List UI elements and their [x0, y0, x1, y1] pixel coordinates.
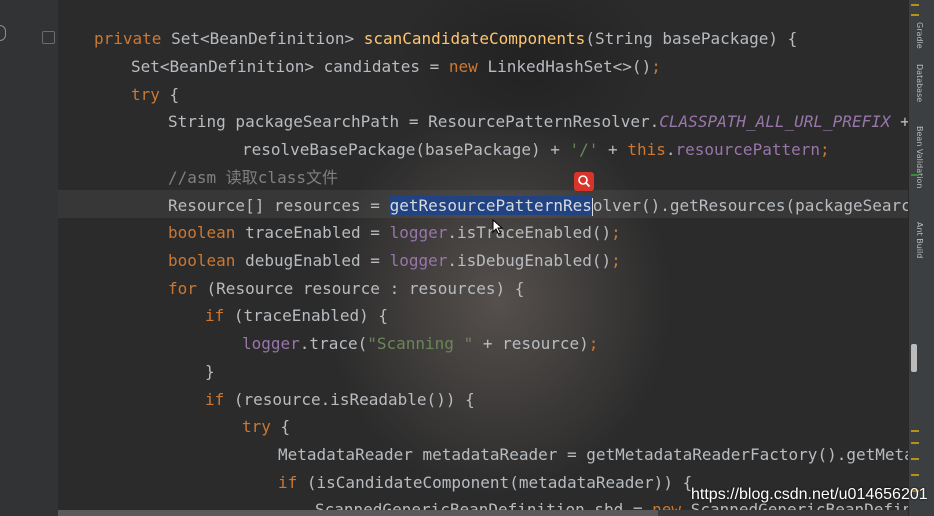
code-text: (resource.isReadable()) {: [224, 390, 475, 409]
search-icon: [578, 175, 591, 188]
code-text: + resource): [473, 334, 589, 353]
code-line-4[interactable]: String packageSearchPath = ResourcePatte…: [168, 108, 908, 136]
search-usages-button[interactable]: [574, 172, 594, 191]
code-text: LinkedHashSet<>(): [487, 57, 652, 76]
keyword: private: [94, 29, 162, 48]
semicolon: ;: [651, 57, 661, 76]
code-line-15[interactable]: try {: [242, 413, 290, 441]
keyword: try: [131, 85, 160, 104]
code-text: MetadataReader metadataReader = getMetad…: [278, 445, 908, 464]
code-line-17[interactable]: if (isCandidateComponent(metadataReader)…: [278, 469, 692, 497]
code-text: traceEnabled =: [235, 223, 390, 242]
code-text: (isCandidateComponent(metadataReader)) {: [297, 473, 693, 492]
code-text: {: [270, 417, 291, 436]
error-stripe-marker[interactable]: [911, 430, 919, 432]
semicolon: ;: [588, 334, 599, 353]
code-line-13[interactable]: }: [205, 358, 215, 386]
semicolon: ;: [611, 251, 621, 270]
code-text: .: [665, 140, 676, 159]
code-text: debugEnabled =: [235, 251, 390, 270]
return-type: Set<BeanDefinition>: [171, 29, 355, 48]
code-text: .trace(: [299, 334, 368, 353]
code-line-7[interactable]: Resource[] resources = getResourcePatter…: [168, 192, 908, 220]
code-line-10[interactable]: for (Resource resource : resources) {: [168, 275, 524, 303]
code-text: String packageSearchPath = ResourcePatte…: [168, 112, 660, 131]
keyword: if: [278, 473, 298, 492]
keyword: boolean: [168, 251, 236, 270]
code-text: olver().getResources(packageSearchPat: [592, 196, 908, 215]
code-text: (Resource resource : resources) {: [196, 279, 525, 298]
constant: CLASSPATH_ALL_URL_PREFIX: [659, 112, 891, 131]
code-text: {: [159, 85, 180, 104]
code-text: .isTraceEnabled(): [447, 223, 612, 242]
error-stripe-marker[interactable]: [911, 174, 919, 176]
mouse-pointer-icon: [492, 219, 504, 235]
keyword: try: [242, 417, 271, 436]
selected-text: getResourcePatternRes: [389, 196, 592, 215]
code-text: +: [598, 140, 628, 159]
keyword: boolean: [168, 223, 236, 242]
code-text: }: [205, 362, 215, 381]
code-text: +: [890, 112, 908, 131]
code-editor[interactable]: private Set<BeanDefinition> scanCandidat…: [58, 0, 908, 516]
keyword: new: [448, 57, 478, 76]
tool-window-tab[interactable]: Bean Validation: [915, 126, 924, 188]
horizontal-scrollbar-thumb[interactable]: [58, 510, 658, 516]
error-stripe-marker[interactable]: [911, 4, 919, 6]
code-line-12[interactable]: logger.trace("Scanning " + resource);: [242, 330, 598, 358]
tool-window-rail: Gradle Database Bean Validation Ant Buil…: [908, 0, 934, 516]
field: logger: [389, 251, 448, 270]
string-literal: '/': [569, 140, 599, 159]
tool-window-tab[interactable]: Ant Build: [915, 222, 924, 258]
code-line-9[interactable]: boolean debugEnabled = logger.isDebugEna…: [168, 247, 621, 275]
semicolon: ;: [611, 223, 621, 242]
field: logger: [389, 223, 448, 242]
method-name: scanCandidateComponents: [363, 29, 586, 48]
code-text: .isDebugEnabled(): [447, 251, 612, 270]
error-stripe-marker[interactable]: [911, 14, 919, 16]
code-line-16[interactable]: MetadataReader metadataReader = getMetad…: [278, 441, 908, 469]
semicolon: ;: [820, 140, 830, 159]
comment: //asm 读取class文件: [168, 168, 338, 187]
keyword: if: [205, 306, 225, 325]
field: logger: [242, 334, 300, 353]
code-line-2[interactable]: Set<BeanDefinition> candidates = new Lin…: [131, 53, 661, 81]
keyword: this: [627, 140, 666, 159]
code-line-8[interactable]: boolean traceEnabled = logger.isTraceEna…: [168, 219, 621, 247]
tool-window-tab[interactable]: Gradle: [915, 22, 924, 49]
tool-window-tab[interactable]: Database: [915, 64, 924, 102]
keyword: if: [205, 390, 225, 409]
error-stripe-marker[interactable]: [911, 474, 919, 476]
vertical-scrollbar-thumb[interactable]: [911, 344, 917, 372]
breakpoint-icon[interactable]: [0, 25, 6, 41]
field: resourcePattern: [675, 140, 821, 159]
editor-gutter: [0, 0, 59, 516]
code-line-11[interactable]: if (traceEnabled) {: [205, 302, 388, 330]
string-literal: "Scanning ": [367, 334, 474, 353]
watermark-url: https://blog.csdn.net/u014656201: [691, 486, 928, 503]
code-line-14[interactable]: if (resource.isReadable()) {: [205, 386, 475, 414]
code-line-3[interactable]: try {: [131, 81, 179, 109]
code-text: Set<BeanDefinition> candidates =: [131, 57, 449, 76]
code-line-5[interactable]: resolveBasePackage(basePackage) + '/' + …: [242, 136, 830, 164]
keyword: for: [168, 279, 197, 298]
code-line-1[interactable]: private Set<BeanDefinition> scanCandidat…: [94, 25, 797, 53]
error-stripe-marker[interactable]: [911, 458, 919, 460]
parameters: (String basePackage) {: [585, 29, 798, 48]
code-text: resolveBasePackage(basePackage) +: [242, 140, 570, 159]
code-line-6[interactable]: //asm 读取class文件: [168, 164, 338, 192]
fold-icon[interactable]: [42, 31, 55, 44]
horizontal-scrollbar[interactable]: [58, 510, 908, 516]
code-text: Resource[] resources =: [168, 196, 390, 215]
code-text: (traceEnabled) {: [224, 306, 389, 325]
error-stripe-marker[interactable]: [911, 442, 919, 444]
